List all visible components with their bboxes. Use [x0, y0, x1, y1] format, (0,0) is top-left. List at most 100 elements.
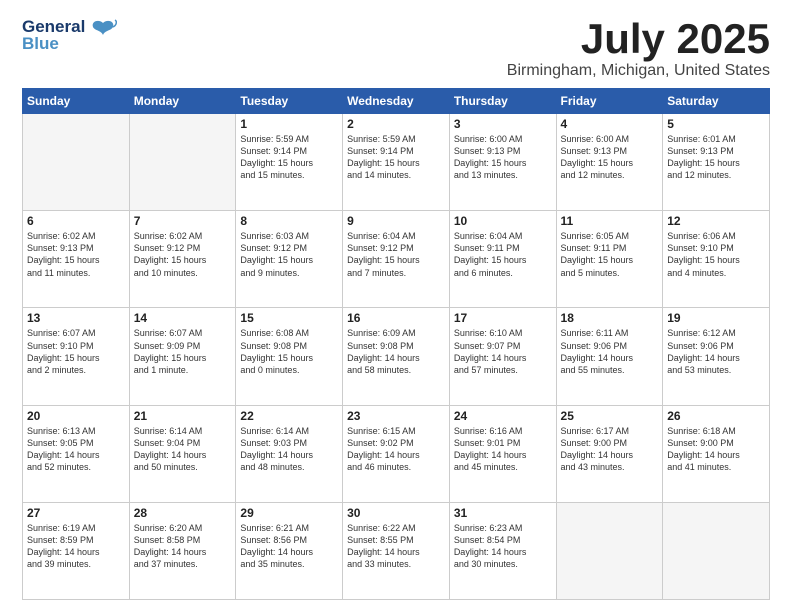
- logo-bird-icon: [89, 17, 117, 50]
- day-info: Sunrise: 6:01 AM Sunset: 9:13 PM Dayligh…: [667, 133, 765, 182]
- calendar-cell-w2d4: 9 Sunrise: 6:04 AM Sunset: 9:12 PM Daylig…: [343, 211, 450, 308]
- day-info: Sunrise: 6:07 AM Sunset: 9:09 PM Dayligh…: [134, 327, 232, 376]
- day-header-thursday: Thursday: [449, 89, 556, 114]
- calendar-cell-w4d4: 23 Sunrise: 6:15 AM Sunset: 9:02 PM Dayli…: [343, 405, 450, 502]
- calendar-week-5: 27Sunrise: 6:19 AM Sunset: 8:59 PM Dayli…: [23, 502, 770, 599]
- day-info: Sunrise: 6:14 AM Sunset: 9:03 PM Dayligh…: [240, 425, 338, 474]
- day-info: Sunrise: 6:17 AM Sunset: 9:00 PM Dayligh…: [561, 425, 659, 474]
- calendar-cell-w2d5: 10 Sunrise: 6:04 AM Sunset: 9:11 PM Dayli…: [449, 211, 556, 308]
- day-info: Sunrise: 5:59 AM Sunset: 9:14 PM Dayligh…: [240, 133, 338, 182]
- day-number: 3: [454, 117, 552, 131]
- day-number: 5: [667, 117, 765, 131]
- day-info: Sunrise: 6:09 AM Sunset: 9:08 PM Dayligh…: [347, 327, 445, 376]
- day-header-saturday: Saturday: [663, 89, 770, 114]
- day-info: Sunrise: 6:13 AM Sunset: 9:05 PM Dayligh…: [27, 425, 125, 474]
- calendar-cell-w4d1: 20 Sunrise: 6:13 AM Sunset: 9:05 PM Dayli…: [23, 405, 130, 502]
- calendar-cell-w3d3: 15Sunrise: 6:08 AM Sunset: 9:08 PM Dayli…: [236, 308, 343, 405]
- day-info: Sunrise: 6:04 AM Sunset: 9:12 PM Dayligh…: [347, 230, 445, 279]
- day-info: Sunrise: 6:00 AM Sunset: 9:13 PM Dayligh…: [561, 133, 659, 182]
- day-info: Sunrise: 6:02 AM Sunset: 9:13 PM Dayligh…: [27, 230, 125, 279]
- day-number: 19: [667, 311, 765, 325]
- calendar-week-3: 13 Sunrise: 6:07 AM Sunset: 9:10 PM Dayli…: [23, 308, 770, 405]
- day-info: Sunrise: 6:10 AM Sunset: 9:07 PM Dayligh…: [454, 327, 552, 376]
- calendar-cell-w1d7: 5 Sunrise: 6:01 AM Sunset: 9:13 PM Daylig…: [663, 114, 770, 211]
- header: General Blue July 2025 Birmingham, Michi…: [22, 18, 770, 80]
- calendar-cell-w1d6: 4Sunrise: 6:00 AM Sunset: 9:13 PM Daylig…: [556, 114, 663, 211]
- calendar-week-4: 20 Sunrise: 6:13 AM Sunset: 9:05 PM Dayli…: [23, 405, 770, 502]
- calendar-cell-w4d7: 26 Sunrise: 6:18 AM Sunset: 9:00 PM Dayli…: [663, 405, 770, 502]
- calendar-cell-w3d6: 18 Sunrise: 6:11 AM Sunset: 9:06 PM Dayli…: [556, 308, 663, 405]
- day-number: 21: [134, 409, 232, 423]
- day-info: Sunrise: 6:07 AM Sunset: 9:10 PM Dayligh…: [27, 327, 125, 376]
- calendar-cell-w3d5: 17Sunrise: 6:10 AM Sunset: 9:07 PM Dayli…: [449, 308, 556, 405]
- calendar-cell-w1d2: [129, 114, 236, 211]
- day-header-tuesday: Tuesday: [236, 89, 343, 114]
- calendar-cell-w5d5: 31Sunrise: 6:23 AM Sunset: 8:54 PM Dayli…: [449, 502, 556, 599]
- subtitle: Birmingham, Michigan, United States: [507, 62, 770, 80]
- calendar-cell-w3d7: 19 Sunrise: 6:12 AM Sunset: 9:06 PM Dayli…: [663, 308, 770, 405]
- day-number: 6: [27, 214, 125, 228]
- day-number: 20: [27, 409, 125, 423]
- day-number: 31: [454, 506, 552, 520]
- day-number: 13: [27, 311, 125, 325]
- calendar-cell-w2d3: 8Sunrise: 6:03 AM Sunset: 9:12 PM Daylig…: [236, 211, 343, 308]
- calendar-cell-w1d5: 3 Sunrise: 6:00 AM Sunset: 9:13 PM Daylig…: [449, 114, 556, 211]
- calendar-week-2: 6 Sunrise: 6:02 AM Sunset: 9:13 PM Daylig…: [23, 211, 770, 308]
- day-info: Sunrise: 6:03 AM Sunset: 9:12 PM Dayligh…: [240, 230, 338, 279]
- logo-general: General: [22, 18, 85, 35]
- main-title: July 2025: [507, 18, 770, 60]
- day-info: Sunrise: 6:02 AM Sunset: 9:12 PM Dayligh…: [134, 230, 232, 279]
- day-number: 9: [347, 214, 445, 228]
- calendar-cell-w2d2: 7 Sunrise: 6:02 AM Sunset: 9:12 PM Daylig…: [129, 211, 236, 308]
- calendar-cell-w5d7: [663, 502, 770, 599]
- day-header-sunday: Sunday: [23, 89, 130, 114]
- calendar-cell-w2d7: 12 Sunrise: 6:06 AM Sunset: 9:10 PM Dayli…: [663, 211, 770, 308]
- calendar-cell-w1d4: 2Sunrise: 5:59 AM Sunset: 9:14 PM Daylig…: [343, 114, 450, 211]
- day-number: 7: [134, 214, 232, 228]
- day-number: 2: [347, 117, 445, 131]
- day-number: 28: [134, 506, 232, 520]
- day-number: 25: [561, 409, 659, 423]
- day-number: 12: [667, 214, 765, 228]
- day-number: 29: [240, 506, 338, 520]
- calendar-cell-w1d3: 1Sunrise: 5:59 AM Sunset: 9:14 PM Daylig…: [236, 114, 343, 211]
- day-info: Sunrise: 6:18 AM Sunset: 9:00 PM Dayligh…: [667, 425, 765, 474]
- day-info: Sunrise: 6:00 AM Sunset: 9:13 PM Dayligh…: [454, 133, 552, 182]
- calendar-cell-w3d2: 14Sunrise: 6:07 AM Sunset: 9:09 PM Dayli…: [129, 308, 236, 405]
- title-block: July 2025 Birmingham, Michigan, United S…: [507, 18, 770, 80]
- day-number: 11: [561, 214, 659, 228]
- calendar-cell-w3d1: 13 Sunrise: 6:07 AM Sunset: 9:10 PM Dayli…: [23, 308, 130, 405]
- day-info: Sunrise: 6:04 AM Sunset: 9:11 PM Dayligh…: [454, 230, 552, 279]
- calendar-cell-w4d2: 21 Sunrise: 6:14 AM Sunset: 9:04 PM Dayli…: [129, 405, 236, 502]
- day-header-monday: Monday: [129, 89, 236, 114]
- page: General Blue July 2025 Birmingham, Michi…: [0, 0, 792, 612]
- calendar-cell-w4d6: 25 Sunrise: 6:17 AM Sunset: 9:00 PM Dayli…: [556, 405, 663, 502]
- day-header-friday: Friday: [556, 89, 663, 114]
- day-number: 18: [561, 311, 659, 325]
- calendar-cell-w5d1: 27Sunrise: 6:19 AM Sunset: 8:59 PM Dayli…: [23, 502, 130, 599]
- day-number: 10: [454, 214, 552, 228]
- day-info: Sunrise: 6:15 AM Sunset: 9:02 PM Dayligh…: [347, 425, 445, 474]
- day-number: 16: [347, 311, 445, 325]
- day-info: Sunrise: 6:22 AM Sunset: 8:55 PM Dayligh…: [347, 522, 445, 571]
- calendar-cell-w5d6: [556, 502, 663, 599]
- day-info: Sunrise: 6:12 AM Sunset: 9:06 PM Dayligh…: [667, 327, 765, 376]
- calendar-cell-w5d2: 28 Sunrise: 6:20 AM Sunset: 8:58 PM Dayli…: [129, 502, 236, 599]
- logo-blue: Blue: [22, 35, 85, 52]
- day-info: Sunrise: 6:05 AM Sunset: 9:11 PM Dayligh…: [561, 230, 659, 279]
- day-header-wednesday: Wednesday: [343, 89, 450, 114]
- day-number: 15: [240, 311, 338, 325]
- calendar-cell-w4d5: 24Sunrise: 6:16 AM Sunset: 9:01 PM Dayli…: [449, 405, 556, 502]
- day-info: Sunrise: 6:20 AM Sunset: 8:58 PM Dayligh…: [134, 522, 232, 571]
- day-info: Sunrise: 6:06 AM Sunset: 9:10 PM Dayligh…: [667, 230, 765, 279]
- calendar-header-row: SundayMondayTuesdayWednesdayThursdayFrid…: [23, 89, 770, 114]
- day-number: 26: [667, 409, 765, 423]
- calendar-cell-w2d6: 11 Sunrise: 6:05 AM Sunset: 9:11 PM Dayli…: [556, 211, 663, 308]
- day-info: Sunrise: 6:16 AM Sunset: 9:01 PM Dayligh…: [454, 425, 552, 474]
- calendar-cell-w1d1: [23, 114, 130, 211]
- calendar-week-1: 1Sunrise: 5:59 AM Sunset: 9:14 PM Daylig…: [23, 114, 770, 211]
- calendar-cell-w4d3: 22Sunrise: 6:14 AM Sunset: 9:03 PM Dayli…: [236, 405, 343, 502]
- day-info: Sunrise: 6:14 AM Sunset: 9:04 PM Dayligh…: [134, 425, 232, 474]
- day-info: Sunrise: 6:11 AM Sunset: 9:06 PM Dayligh…: [561, 327, 659, 376]
- day-number: 23: [347, 409, 445, 423]
